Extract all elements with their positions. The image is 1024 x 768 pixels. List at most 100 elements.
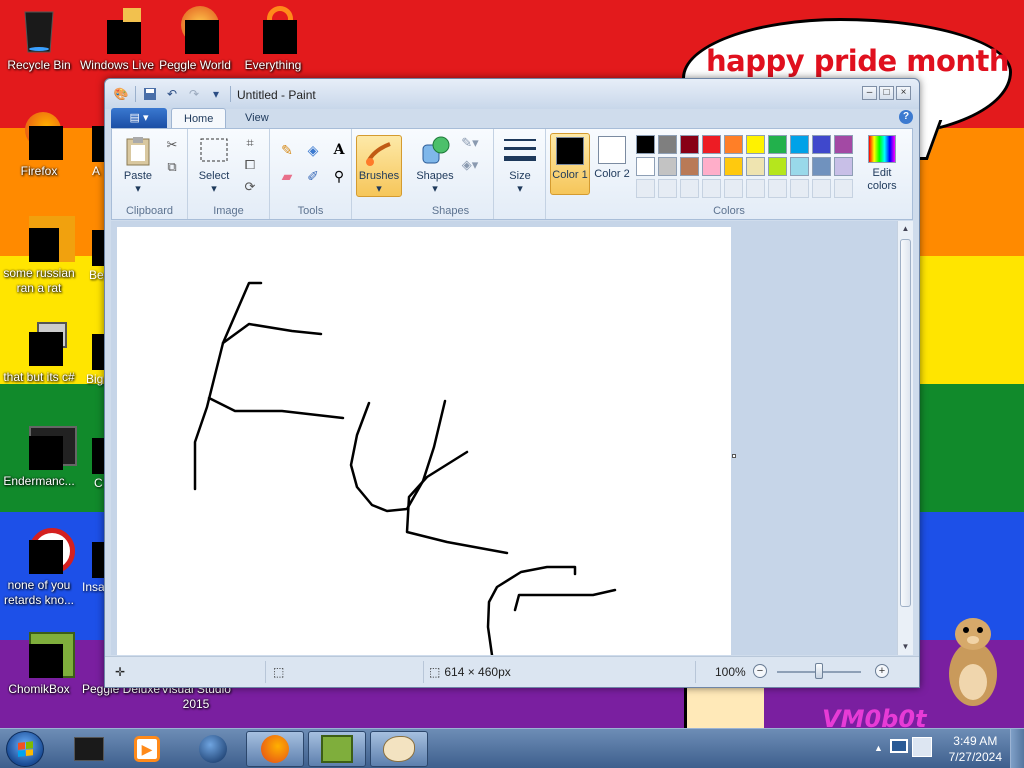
desktop-icon-everything[interactable]: Everything xyxy=(234,6,312,73)
color-swatch[interactable] xyxy=(812,157,831,176)
title-bar[interactable]: 🎨 ↶ ↷ ▾ Untitled - Paint – □ × xyxy=(105,79,919,109)
color-swatch[interactable] xyxy=(636,157,655,176)
fill-bucket-icon[interactable]: ◈ xyxy=(302,139,324,161)
custom-color-slot[interactable] xyxy=(658,179,677,198)
color-swatch[interactable] xyxy=(680,135,699,154)
color-swatch[interactable] xyxy=(790,157,809,176)
color-swatch[interactable] xyxy=(658,135,677,154)
clock[interactable]: 3:49 AM 7/27/2024 xyxy=(949,733,1002,765)
size-button[interactable]: Size ▾ xyxy=(500,135,540,196)
canvas-resize-handle[interactable] xyxy=(732,454,736,458)
custom-color-slot[interactable] xyxy=(702,179,721,198)
custom-color-slot[interactable] xyxy=(680,179,699,198)
color-swatch[interactable] xyxy=(768,135,787,154)
color-swatch[interactable] xyxy=(746,135,765,154)
scrollbar-thumb[interactable] xyxy=(900,239,911,607)
color-swatch[interactable] xyxy=(746,157,765,176)
custom-color-slot[interactable] xyxy=(724,179,743,198)
color-swatch[interactable] xyxy=(812,135,831,154)
taskbar-dark-box-app[interactable] xyxy=(60,731,118,767)
network-icon[interactable] xyxy=(890,739,908,753)
color2-button[interactable]: Color 2 xyxy=(592,133,632,195)
show-hidden-icons-icon[interactable]: ▲ xyxy=(874,743,883,753)
customize-toolbar-icon[interactable]: ▾ xyxy=(208,86,224,102)
tab-view[interactable]: View xyxy=(233,108,281,128)
eraser-icon[interactable]: ▰ xyxy=(276,165,298,187)
resize-icon[interactable]: ⧠ xyxy=(240,155,260,175)
select-button[interactable]: Select ▾ xyxy=(194,135,234,196)
desktop-icon-partial[interactable] xyxy=(92,542,104,578)
color-swatch[interactable] xyxy=(636,135,655,154)
desktop-icon-some-russian[interactable]: some russian ran a rat xyxy=(0,214,78,296)
outline-icon[interactable]: ✎▾ xyxy=(460,133,480,153)
color-swatch[interactable] xyxy=(834,135,853,154)
minimize-button[interactable]: – xyxy=(862,86,877,100)
color-swatch[interactable] xyxy=(768,157,787,176)
redo-icon[interactable]: ↷ xyxy=(186,86,202,102)
color-swatch[interactable] xyxy=(834,157,853,176)
color-swatch[interactable] xyxy=(702,135,721,154)
save-icon[interactable] xyxy=(142,86,158,102)
taskbar-paint[interactable] xyxy=(370,731,428,767)
brushes-button[interactable]: Brushes ▾ xyxy=(356,135,402,197)
custom-color-slot[interactable] xyxy=(636,179,655,198)
color-swatch[interactable] xyxy=(702,157,721,176)
cut-icon[interactable]: ✂ xyxy=(162,135,182,155)
taskbar-media-player[interactable]: ▶ xyxy=(118,731,176,767)
color-swatch[interactable] xyxy=(724,135,743,154)
start-button[interactable] xyxy=(6,731,44,767)
desktop-icon-partial[interactable] xyxy=(92,438,104,474)
desktop-icon-firefox[interactable]: Firefox xyxy=(0,112,78,179)
paint-app-icon[interactable]: 🎨 xyxy=(113,86,129,102)
taskbar-chomikbox[interactable] xyxy=(308,731,366,767)
paste-button[interactable]: Paste ▾ xyxy=(118,135,158,196)
color-swatch[interactable] xyxy=(790,135,809,154)
zoom-in-button[interactable]: + xyxy=(875,664,889,678)
desktop-icon-chomikbox[interactable]: ChomikBox xyxy=(0,630,78,697)
undo-icon[interactable]: ↶ xyxy=(164,86,180,102)
color-swatch[interactable] xyxy=(680,157,699,176)
magnifier-icon[interactable]: ⚲ xyxy=(328,165,350,187)
custom-color-slot[interactable] xyxy=(790,179,809,198)
fill-icon[interactable]: ◈▾ xyxy=(460,155,480,175)
pencil-icon[interactable]: ✎ xyxy=(276,139,298,161)
color1-button[interactable]: Color 1 xyxy=(550,133,590,195)
custom-color-slot[interactable] xyxy=(768,179,787,198)
scroll-up-icon[interactable]: ▲ xyxy=(898,221,913,237)
desktop-icon-peggle-world[interactable]: Peggle World xyxy=(156,6,234,73)
edit-colors-button[interactable]: Edit colors xyxy=(862,135,902,193)
rotate-icon[interactable]: ⟳ xyxy=(240,177,260,197)
maximize-button[interactable]: □ xyxy=(879,86,894,100)
vertical-scrollbar[interactable]: ▲ ▼ xyxy=(897,221,913,655)
help-icon[interactable]: ? xyxy=(899,110,913,124)
text-icon[interactable]: A xyxy=(328,139,350,161)
desktop-icon-windows-live[interactable]: Windows Live xyxy=(78,6,156,73)
copy-icon[interactable]: ⧉ xyxy=(162,157,182,177)
action-center-icon[interactable] xyxy=(912,737,932,757)
zoom-slider-thumb[interactable] xyxy=(815,663,823,679)
color-swatch[interactable] xyxy=(724,157,743,176)
desktop-icon-partial[interactable] xyxy=(92,334,104,370)
close-button[interactable]: × xyxy=(896,86,911,100)
taskbar-firefox[interactable] xyxy=(246,731,304,767)
scroll-down-icon[interactable]: ▼ xyxy=(898,639,913,655)
tab-home[interactable]: Home xyxy=(171,108,227,128)
desktop-icon-recycle-bin[interactable]: Recycle Bin xyxy=(0,6,78,73)
paint-menu-button[interactable]: ▤ ▾ xyxy=(111,108,167,128)
color-swatch[interactable] xyxy=(658,157,677,176)
desktop-icon-endermanch[interactable]: Endermanc... xyxy=(0,422,78,489)
crop-icon[interactable]: ⌗ xyxy=(240,133,260,153)
custom-color-slot[interactable] xyxy=(834,179,853,198)
drawing-canvas[interactable] xyxy=(117,227,731,657)
desktop-icon-partial[interactable] xyxy=(92,126,104,162)
zoom-out-button[interactable]: − xyxy=(753,664,767,678)
custom-color-slot[interactable] xyxy=(746,179,765,198)
desktop-icon-none-of-you[interactable]: none of you retards kno... xyxy=(0,526,78,608)
show-desktop-button[interactable] xyxy=(1010,729,1024,768)
taskbar-globe-app[interactable] xyxy=(184,731,242,767)
desktop-icon-that-but-csharp[interactable]: that but its c# xyxy=(0,318,78,385)
custom-color-slot[interactable] xyxy=(812,179,831,198)
desktop-icon-partial[interactable] xyxy=(92,230,104,266)
color-picker-icon[interactable]: ✐ xyxy=(302,165,324,187)
shapes-button[interactable]: Shapes ▾ xyxy=(412,135,458,196)
